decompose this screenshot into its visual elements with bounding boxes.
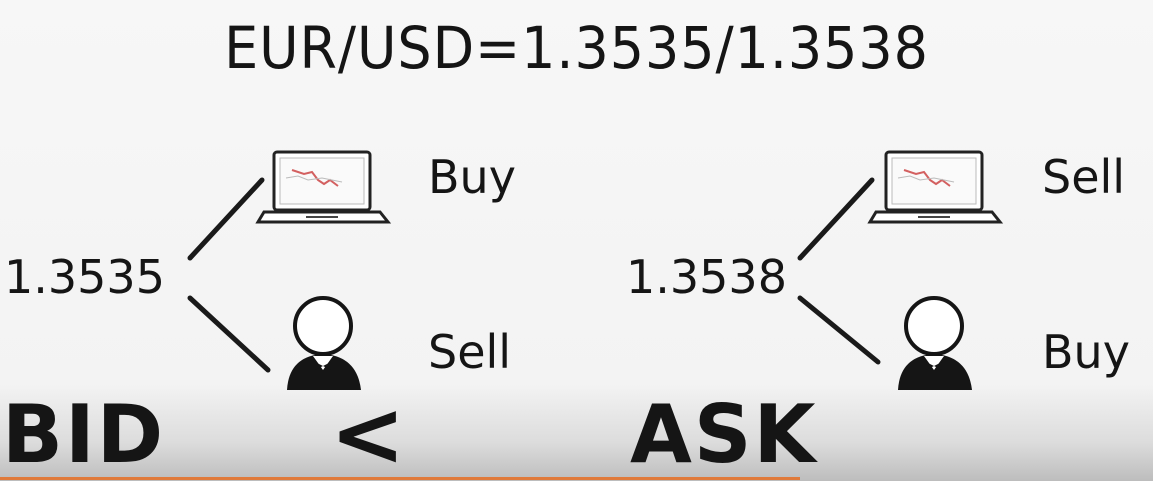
dealer-icon [898, 296, 972, 390]
laptop-icon [867, 150, 1004, 224]
ask-label: ASK [630, 388, 818, 481]
ask-connector-up [797, 177, 875, 261]
ask-trader-action: Sell [1042, 150, 1126, 204]
bid-price: 1.3535 [4, 250, 165, 304]
laptop-icon [255, 150, 392, 224]
diagram-canvas: EUR/USD=1.3535/1.3538 1.3535 Buy Sell 1.… [0, 0, 1153, 481]
bid-trader-action: Buy [428, 150, 516, 204]
bid-label: BID [2, 388, 166, 481]
bid-dealer-action: Sell [428, 325, 512, 379]
ask-dealer-action: Buy [1042, 325, 1130, 379]
less-than-symbol: < [330, 382, 406, 481]
bid-connector-up [187, 177, 265, 261]
dealer-icon [287, 296, 361, 390]
diagram-art [187, 150, 1004, 390]
ask-connector-down [797, 295, 881, 365]
bid-connector-down [187, 295, 271, 373]
progress-underline [0, 477, 800, 480]
ask-price: 1.3538 [626, 250, 787, 304]
